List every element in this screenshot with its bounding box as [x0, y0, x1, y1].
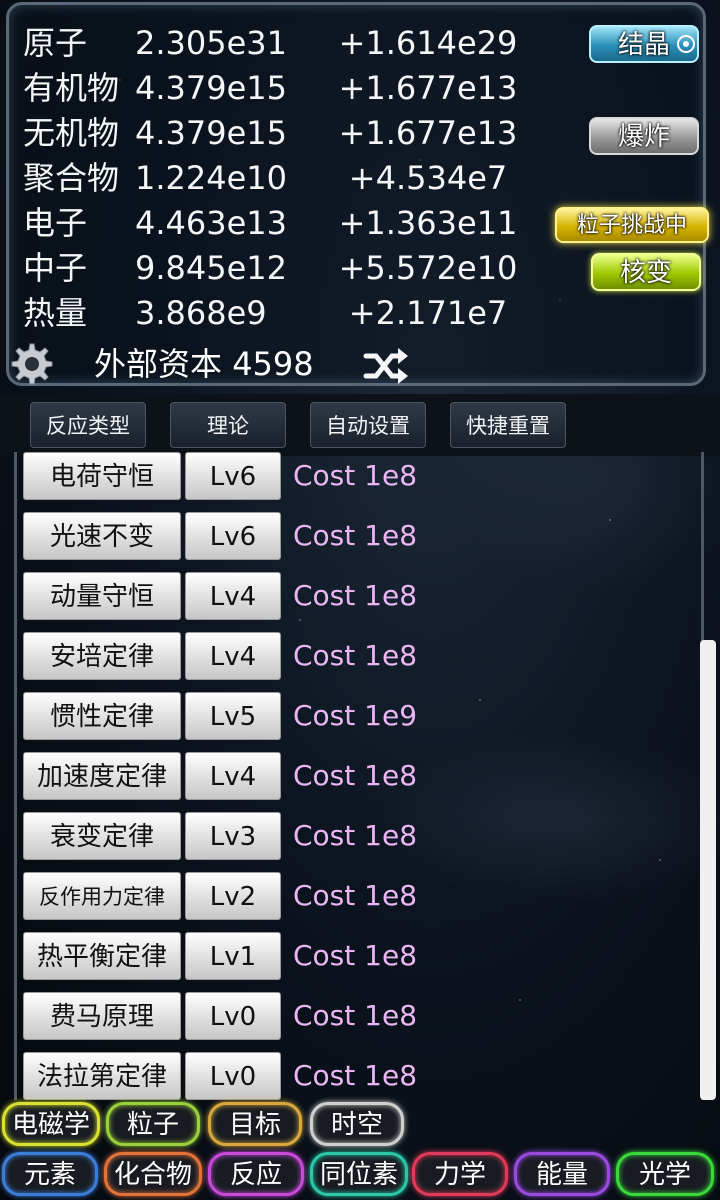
- resource-value: 1.224e10: [135, 159, 288, 197]
- law-name-button[interactable]: 动量守恒: [23, 572, 181, 620]
- law-cost: Cost 1e8: [293, 819, 418, 852]
- list-scrollbar[interactable]: [700, 640, 716, 1100]
- law-name-button[interactable]: 惯性定律: [23, 692, 181, 740]
- law-cost: Cost 1e8: [293, 1059, 418, 1092]
- law-name-button[interactable]: 热平衡定律: [23, 932, 181, 980]
- tab-reaction-type[interactable]: 反应类型: [30, 402, 146, 448]
- resource-value: 2.305e31: [135, 24, 288, 62]
- crystal-button[interactable]: 结晶: [589, 25, 699, 63]
- tab-auto-settings[interactable]: 自动设置: [310, 402, 426, 448]
- law-name-button[interactable]: 反作用力定律: [23, 872, 181, 920]
- law-level-button[interactable]: Lv4: [185, 632, 281, 680]
- law-name-button[interactable]: 法拉第定律: [23, 1052, 181, 1100]
- nav-spacetime[interactable]: 时空: [310, 1102, 404, 1146]
- law-name-button[interactable]: 加速度定律: [23, 752, 181, 800]
- law-level-button[interactable]: Lv3: [185, 812, 281, 860]
- resource-name: 无机物: [23, 114, 120, 152]
- resource-name: 聚合物: [23, 159, 120, 197]
- fission-button[interactable]: 核变: [591, 253, 701, 291]
- law-name-button[interactable]: 电荷守恒: [23, 452, 181, 500]
- resource-name: 热量: [23, 294, 88, 332]
- particle-challenge-button[interactable]: 粒子挑战中: [555, 207, 709, 243]
- resource-value: 4.463e13: [135, 204, 288, 242]
- law-level-button[interactable]: Lv0: [185, 992, 281, 1040]
- law-cost: Cost 1e8: [293, 879, 418, 912]
- nav-particle[interactable]: 粒子: [106, 1102, 200, 1146]
- capital-value: 4598: [232, 345, 314, 383]
- theory-list[interactable]: 电荷守恒 Lv6 Cost 1e8 光速不变 Lv6 Cost 1e8 动量守恒…: [14, 452, 704, 1100]
- external-capital: 外部资本 4598: [94, 342, 314, 386]
- resource-name: 有机物: [23, 69, 120, 107]
- nav-electromagnetism[interactable]: 电磁学: [2, 1102, 100, 1146]
- explode-button[interactable]: 爆炸: [589, 117, 699, 155]
- shuffle-icon[interactable]: [362, 346, 410, 386]
- law-name-button[interactable]: 安培定律: [23, 632, 181, 680]
- nav-goal[interactable]: 目标: [208, 1102, 302, 1146]
- law-cost: Cost 1e8: [293, 639, 418, 672]
- resource-value: 3.868e9: [135, 294, 267, 332]
- resource-panel: 原子 2.305e31 +1.614e29 有机物 4.379e15 +1.67…: [6, 2, 709, 386]
- law-cost: Cost 1e9: [293, 699, 418, 732]
- law-level-button[interactable]: Lv1: [185, 932, 281, 980]
- resource-rate: +1.363e11: [338, 204, 518, 242]
- law-cost: Cost 1e8: [293, 519, 418, 552]
- law-level-button[interactable]: Lv4: [185, 572, 281, 620]
- capital-label: 外部资本: [94, 345, 223, 383]
- law-level-button[interactable]: Lv5: [185, 692, 281, 740]
- resource-rate: +1.677e13: [338, 69, 518, 107]
- law-cost: Cost 1e8: [293, 759, 418, 792]
- law-cost: Cost 1e8: [293, 579, 418, 612]
- nav-isotope[interactable]: 同位素: [310, 1152, 408, 1196]
- law-cost: Cost 1e8: [293, 939, 418, 972]
- nav-energy[interactable]: 能量: [514, 1152, 610, 1196]
- law-level-button[interactable]: Lv6: [185, 452, 281, 500]
- nav-optics[interactable]: 光学: [616, 1152, 714, 1196]
- law-name-button[interactable]: 光速不变: [23, 512, 181, 560]
- crystal-label: 结晶: [617, 30, 670, 60]
- gear-icon[interactable]: [6, 340, 54, 388]
- resource-rate: +1.677e13: [338, 114, 518, 152]
- resource-name: 电子: [23, 204, 88, 242]
- law-level-button[interactable]: Lv6: [185, 512, 281, 560]
- resource-value: 9.845e12: [135, 249, 288, 287]
- tab-quick-reset[interactable]: 快捷重置: [450, 402, 566, 448]
- resource-rate: +5.572e10: [338, 249, 518, 287]
- resource-value: 4.379e15: [135, 114, 288, 152]
- nav-mechanics[interactable]: 力学: [412, 1152, 508, 1196]
- resource-rate: +2.171e7: [348, 294, 508, 332]
- nav-reaction[interactable]: 反应: [208, 1152, 304, 1196]
- resource-name: 中子: [23, 249, 88, 287]
- law-level-button[interactable]: Lv2: [185, 872, 281, 920]
- resource-name: 原子: [23, 24, 88, 62]
- law-name-button[interactable]: 衰变定律: [23, 812, 181, 860]
- tab-bar: 反应类型 理论 自动设置 快捷重置: [0, 394, 720, 456]
- nav-compound[interactable]: 化合物: [104, 1152, 202, 1196]
- resource-rate: +4.534e7: [348, 159, 508, 197]
- resource-value: 4.379e15: [135, 69, 288, 107]
- law-level-button[interactable]: Lv0: [185, 1052, 281, 1100]
- law-level-button[interactable]: Lv4: [185, 752, 281, 800]
- resource-rate: +1.614e29: [338, 24, 518, 62]
- law-cost: Cost 1e8: [293, 999, 418, 1032]
- tab-theory[interactable]: 理论: [170, 402, 286, 448]
- law-cost: Cost 1e8: [293, 459, 418, 492]
- nav-element[interactable]: 元素: [2, 1152, 98, 1196]
- record-icon: [677, 35, 695, 53]
- law-name-button[interactable]: 费马原理: [23, 992, 181, 1040]
